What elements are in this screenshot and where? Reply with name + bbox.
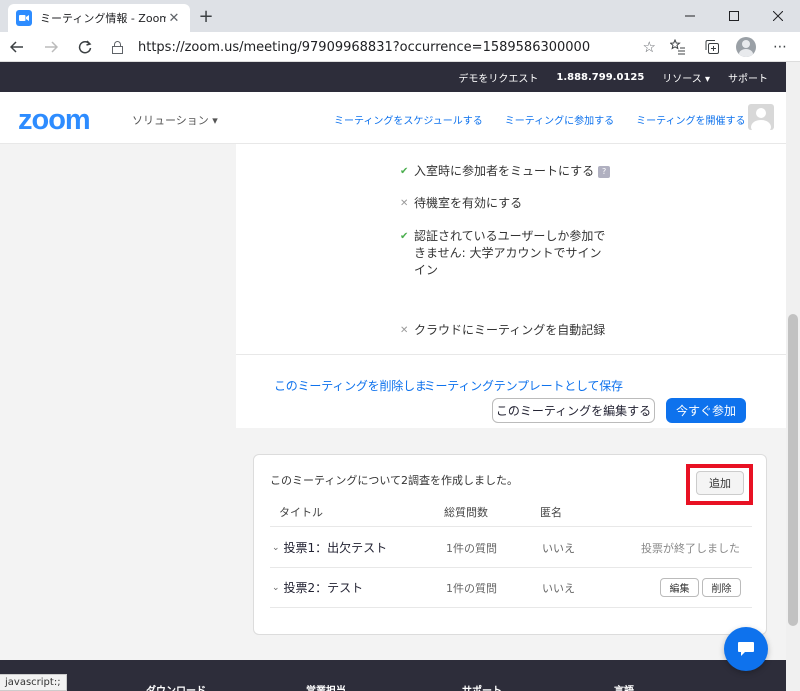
edit-meeting-button[interactable]: このミーティングを編集する <box>492 398 655 423</box>
poll-anonymous: いいえ <box>542 542 575 555</box>
delete-meeting-link[interactable]: このミーティングを削除しま <box>274 379 427 393</box>
footer-sales: 営業担当 <box>306 682 346 691</box>
option-mute-on-entry: ✔ 入室時に参加者をミュートにする? <box>400 163 611 180</box>
zoom-nav: zoom ソリューション ▾ ミーティングをスケジュールする ミーティングに参加… <box>0 92 786 144</box>
lock-icon <box>110 40 124 54</box>
option-waiting-room: ✕ 待機室を有効にする <box>400 195 522 212</box>
browser-tab-bar: ミーティング情報 - Zoom ✕ + <box>0 0 800 32</box>
close-window-button[interactable] <box>756 0 800 32</box>
footer-language: 言語 <box>614 682 634 691</box>
poll-question-count: 1件の質問 <box>446 582 497 595</box>
profile-button[interactable] <box>736 36 756 58</box>
cross-icon: ✕ <box>400 198 409 209</box>
solutions-menu[interactable]: ソリューション ▾ <box>132 112 218 128</box>
poll-anonymous: いいえ <box>542 582 575 595</box>
header-title: タイトル <box>279 506 323 519</box>
check-icon: ✔ <box>400 166 409 177</box>
option-label-line2: きません: 大学アカウントでサイン <box>414 246 602 260</box>
maximize-button[interactable] <box>712 0 756 32</box>
url-text[interactable]: https://zoom.us/meeting/97909968831?occu… <box>138 40 643 55</box>
user-avatar-icon[interactable] <box>748 104 774 130</box>
zoom-favicon-icon <box>16 10 32 26</box>
back-button[interactable] <box>0 32 34 62</box>
tab-close-icon[interactable]: ✕ <box>166 11 182 26</box>
phone-number[interactable]: 1.888.799.0125 <box>556 72 644 83</box>
minimize-icon <box>685 15 695 17</box>
zoom-footer: ダウンロード 営業担当 サポート 言語 <box>0 660 786 691</box>
browser-tab[interactable]: ミーティング情報 - Zoom ✕ <box>8 4 190 32</box>
zoom-logo[interactable]: zoom <box>18 104 91 137</box>
meeting-details-card: ✔ 入室時に参加者をミュートにする? ✕ 待機室を有効にする ✔ 認証されている… <box>236 144 786 428</box>
save-template-link[interactable]: ミーティングテンプレートとして保存 <box>424 379 623 393</box>
new-tab-button[interactable]: + <box>196 6 216 27</box>
header-anonymous: 匿名 <box>540 506 562 519</box>
chevron-down-icon[interactable]: ⌄ <box>272 583 280 593</box>
profile-avatar-icon <box>736 37 756 57</box>
header-questions: 総質問数 <box>444 506 488 519</box>
option-label: 認証されているユーザーしか参加で <box>414 229 606 243</box>
collections-icon[interactable] <box>702 36 722 58</box>
scrollbar-thumb[interactable] <box>788 314 798 626</box>
more-menu-icon[interactable]: ⋯ <box>770 36 790 58</box>
favorites-list-icon[interactable] <box>668 36 688 58</box>
arrow-right-icon <box>45 40 58 53</box>
chevron-down-icon[interactable]: ⌄ <box>272 543 280 553</box>
address-bar[interactable]: https://zoom.us/meeting/97909968831?occu… <box>110 36 656 58</box>
option-label: 待機室を有効にする <box>414 196 523 210</box>
request-demo-link[interactable]: デモをリクエスト <box>458 70 538 85</box>
polls-card: このミーティングについて2調査を作成しました。 追加 タイトル 総質問数 匿名 … <box>253 454 767 635</box>
polls-intro-text: このミーティングについて2調査を作成しました。 <box>270 474 519 487</box>
option-label-line3: イン <box>414 263 439 277</box>
resources-menu[interactable]: リソース ▾ <box>662 70 710 85</box>
support-link[interactable]: サポート <box>728 70 768 85</box>
browser-toolbar: https://zoom.us/meeting/97909968831?occu… <box>0 32 800 62</box>
page-scrollbar[interactable] <box>786 62 800 691</box>
option-label: クラウドにミーティングを自動記録 <box>414 323 606 337</box>
divider <box>270 526 752 527</box>
join-meeting-link[interactable]: ミーティングに参加する <box>505 112 614 127</box>
favorite-star-icon[interactable]: ☆ <box>643 38 656 56</box>
option-authenticated-only: ✔ 認証されているユーザーしか参加で きません: 大学アカウントでサイン イン <box>400 228 605 279</box>
cross-icon: ✕ <box>400 325 409 336</box>
divider <box>270 607 752 608</box>
footer-download: ダウンロード <box>146 682 206 691</box>
poll-row-title[interactable]: ⌄ 投票2：テスト <box>272 579 363 596</box>
option-label: 入室時に参加者をミュートにする <box>414 164 595 178</box>
delete-poll-button[interactable]: 削除 <box>702 578 741 597</box>
join-now-button[interactable]: 今すぐ参加 <box>666 398 746 423</box>
browser-status-text: javascript:; <box>0 674 67 691</box>
arrow-left-icon <box>10 40 23 53</box>
minimize-button[interactable] <box>668 0 712 32</box>
poll-title: 投票2：テスト <box>283 581 364 595</box>
close-icon <box>773 11 783 21</box>
reload-button[interactable] <box>68 32 102 62</box>
tab-title: ミーティング情報 - Zoom <box>40 12 166 25</box>
footer-support: サポート <box>462 682 502 691</box>
divider <box>270 567 752 568</box>
host-meeting-menu[interactable]: ミーティングを開催する ▾ <box>636 112 754 127</box>
poll-question-count: 1件の質問 <box>446 542 497 555</box>
add-poll-button[interactable]: 追加 <box>696 471 744 495</box>
zoom-top-bar: デモをリクエスト 1.888.799.0125 リソース ▾ サポート <box>0 62 786 92</box>
reload-icon <box>78 39 92 53</box>
chat-button[interactable] <box>724 627 768 671</box>
chat-bubble-icon <box>738 642 754 656</box>
edit-poll-button[interactable]: 編集 <box>660 578 699 597</box>
poll-row-title[interactable]: ⌄ 投票1：出欠テスト <box>272 539 387 556</box>
poll-title: 投票1：出欠テスト <box>283 541 388 555</box>
forward-button[interactable] <box>34 32 68 62</box>
schedule-meeting-link[interactable]: ミーティングをスケジュールする <box>334 112 483 127</box>
poll-status: 投票が終了しました <box>641 542 740 555</box>
help-badge-icon[interactable]: ? <box>598 165 611 178</box>
check-icon: ✔ <box>400 231 409 242</box>
divider <box>236 354 786 355</box>
maximize-icon <box>729 11 739 21</box>
option-auto-record: ✕ クラウドにミーティングを自動記録 <box>400 322 605 339</box>
